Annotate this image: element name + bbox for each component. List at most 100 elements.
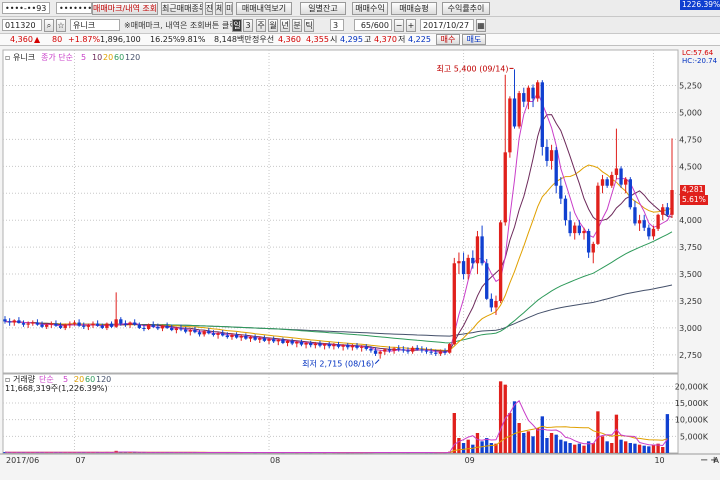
zoom-in-button[interactable]: +: [406, 19, 416, 32]
candle-body: [341, 345, 345, 347]
candle-body: [151, 324, 155, 327]
period-button-5[interactable]: 분: [292, 19, 302, 32]
buy-button[interactable]: 매수: [436, 34, 460, 45]
menu-button-3[interactable]: 체: [215, 2, 223, 15]
count-input[interactable]: 3: [330, 19, 344, 31]
period-button-0[interactable]: 일: [232, 19, 242, 32]
period-button-3[interactable]: 월: [268, 19, 278, 32]
font-size-icon[interactable]: A: [714, 456, 720, 465]
candle-body: [489, 298, 494, 308]
account-select[interactable]: ••••-••93: [2, 2, 50, 14]
candle-body: [401, 349, 406, 351]
candle-body: [475, 236, 480, 264]
menu-button-2[interactable]: 잔: [205, 2, 213, 15]
volume-bar: [642, 445, 646, 453]
candle-body: [392, 348, 396, 351]
volume-bar: [461, 443, 466, 453]
candle-body: [651, 228, 656, 237]
candle-body: [188, 330, 192, 332]
candle-body: [642, 220, 646, 228]
candle-body: [216, 333, 220, 335]
candle-body: [447, 344, 452, 353]
quote-bar: 4,360 ▲ 80 +1.87% 1,896,100 16.25% 9.81%…: [0, 34, 720, 46]
hint-text: ※매매마크, 내역은 조회버튼 클릭: [124, 21, 237, 30]
candle-body: [647, 227, 651, 237]
candle-body: [35, 322, 40, 325]
password-input[interactable]: ••••••••: [56, 2, 92, 14]
low-label: 저: [398, 35, 406, 44]
stock-code-input[interactable]: 011320: [2, 19, 42, 31]
volume-bar: [563, 441, 568, 453]
calendar-icon[interactable]: ▦: [476, 19, 486, 32]
candle-body: [494, 300, 498, 308]
volume-legend-period: 120: [96, 375, 111, 384]
view-count-field[interactable]: 65/600: [354, 19, 392, 31]
volume-bar: [665, 414, 670, 453]
candle-body: [49, 323, 53, 325]
price-legend-period: 20: [103, 53, 113, 62]
sell-button[interactable]: 매도: [462, 34, 486, 45]
menu-button-0[interactable]: 매매마크/내역 조회: [92, 2, 158, 15]
candle-body: [670, 190, 674, 215]
zoom-minus-icon[interactable]: −: [700, 455, 708, 466]
menu-button-1[interactable]: 최근매매종목: [161, 2, 203, 15]
candle-body: [146, 324, 151, 329]
candle-body: [573, 225, 577, 234]
date-input[interactable]: 2017/10/27: [420, 19, 474, 31]
menu-button-7[interactable]: 매매수익: [352, 2, 388, 15]
stock-chart[interactable]: 5,2505,0004,7504,5004,2504,0003,7503,500…: [0, 46, 720, 480]
candle-body: [443, 351, 447, 353]
volume-bar: [651, 444, 656, 453]
candle-body: [327, 344, 331, 347]
candle-body: [40, 324, 44, 327]
candle-body: [7, 321, 12, 323]
candle-body: [661, 207, 665, 215]
period-button-2[interactable]: 주: [256, 19, 266, 32]
volume-bar: [522, 433, 526, 453]
volume-legend-name: 거래량: [13, 374, 36, 384]
menu-button-5[interactable]: 매매내역보기: [236, 2, 292, 15]
candle-body: [619, 168, 623, 185]
favorite-icon[interactable]: ☆: [56, 19, 66, 32]
candle-body: [466, 257, 470, 275]
menu-button-8[interactable]: 매매승평: [391, 2, 437, 15]
candle-body: [397, 348, 401, 350]
candle-body: [540, 82, 544, 147]
legend-box-icon: ▫: [5, 375, 10, 384]
volume-bar: [661, 447, 665, 453]
candle-body: [559, 185, 563, 199]
candle-body: [387, 349, 392, 351]
candle-body: [304, 342, 308, 345]
stock-name-field[interactable]: 유니크: [70, 19, 120, 31]
account-toolbar: ••••-••93 •••••••• 매매마크/내역 조회최근매매종목잔체미매매…: [0, 0, 720, 17]
menu-button-4[interactable]: 미: [225, 2, 233, 15]
candle-body: [114, 319, 118, 327]
price-tick-label: 3,500: [679, 270, 702, 279]
candle-body: [526, 87, 531, 102]
volume-bar: [605, 441, 609, 453]
high-label: 고: [364, 35, 372, 44]
candle-body: [133, 322, 137, 325]
candle-body: [406, 350, 410, 352]
candle-body: [63, 324, 67, 328]
price-tick-label: 3,750: [679, 243, 702, 252]
last-price: 4,225: [408, 35, 431, 44]
stock-toolbar: 011320 ⌕ ☆ 유니크 ※매매마크, 내역은 조회버튼 클릭 일3주월년분…: [0, 17, 720, 34]
candle-body: [276, 339, 280, 342]
period-button-6[interactable]: 틱: [304, 19, 314, 32]
search-icon[interactable]: ⌕: [44, 19, 54, 32]
candle-body: [480, 236, 484, 264]
zoom-out-button[interactable]: −: [394, 19, 404, 32]
change-percent: +1.87%: [68, 35, 101, 44]
menu-button-6[interactable]: 일별잔고: [300, 2, 346, 15]
candle-body: [244, 335, 248, 339]
candle-body: [309, 342, 313, 346]
candle-body: [165, 325, 169, 328]
period-button-1[interactable]: 3: [243, 19, 253, 32]
candle-body: [31, 322, 35, 324]
menu-button-9[interactable]: 수익률추이: [442, 2, 490, 15]
candle-body: [21, 323, 26, 325]
period-button-4[interactable]: 년: [280, 19, 290, 32]
volume-tick-label: 15,000K: [675, 399, 709, 408]
current-price: 4,360: [10, 35, 33, 44]
